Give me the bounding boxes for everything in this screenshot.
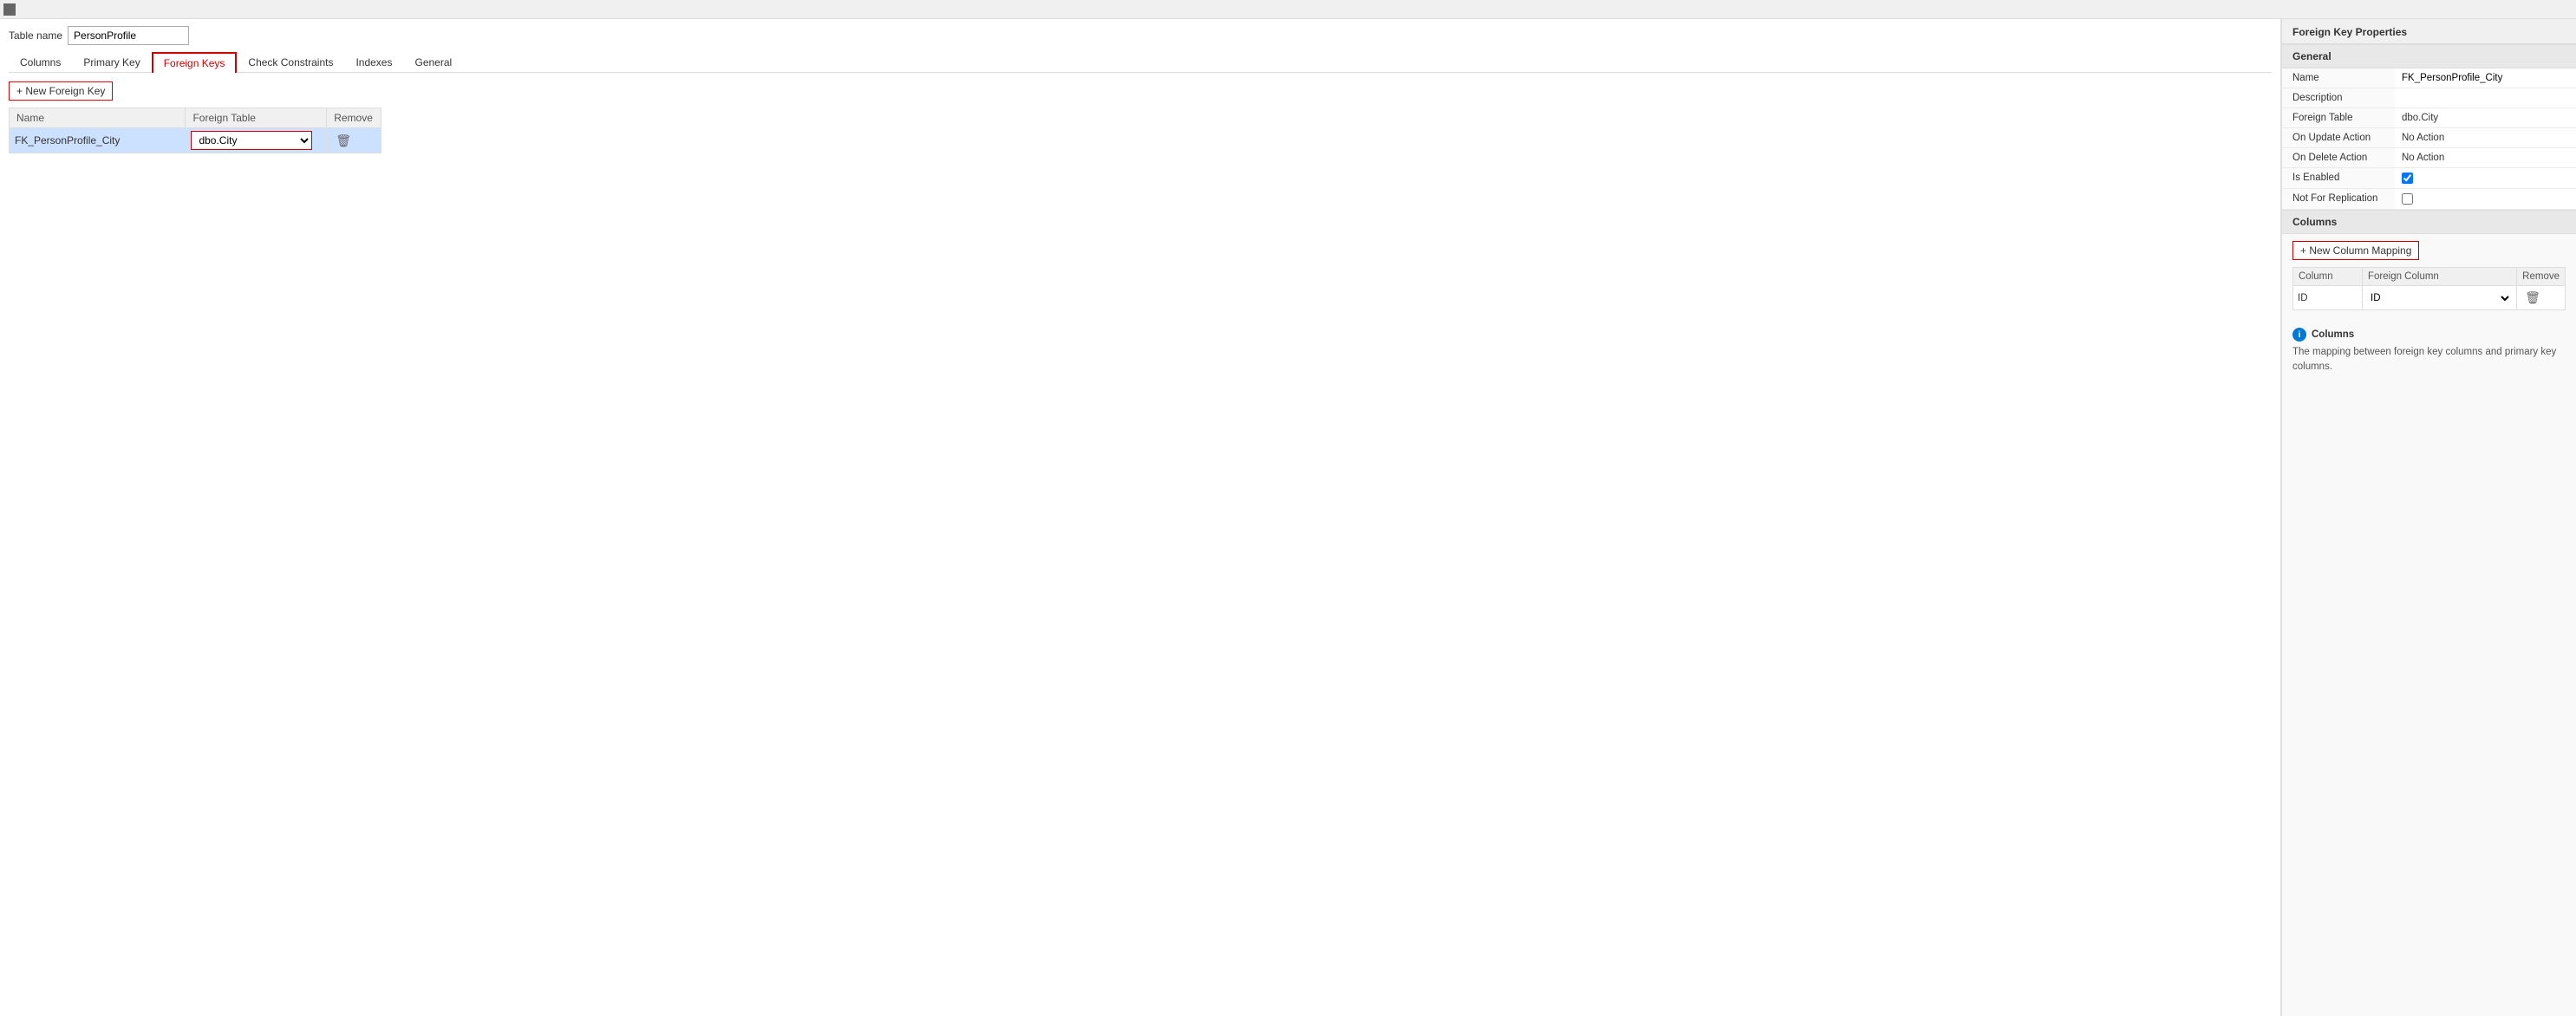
prop-name-input[interactable] (2402, 73, 2569, 83)
fk-foreign-table-cell: dbo.City dbo.Address dbo.Country (186, 128, 327, 153)
columns-section: + New Column Mapping Column Foreign Colu… (2282, 234, 2576, 310)
left-panel: Table name Columns Primary Key Foreign K… (0, 19, 2281, 1016)
fk-name-cell: FK_PersonProfile_City (10, 128, 186, 153)
prop-label-description: Description (2282, 88, 2395, 108)
info-title-text: Columns (2312, 329, 2354, 340)
prop-value-description (2395, 88, 2576, 108)
right-panel: Foreign Key Properties General Name Desc… (2281, 19, 2576, 1016)
col-mapping-remove-cell: 🗑 (2517, 286, 2566, 310)
general-section-header: General (2282, 44, 2576, 68)
fk-delete-button[interactable]: 🗑 (332, 132, 355, 150)
table-name-input[interactable] (68, 26, 189, 45)
prop-label-foreign-table: Foreign Table (2282, 108, 2395, 128)
table-row: FK_PersonProfile_City dbo.City dbo.Addre… (10, 128, 382, 153)
new-column-mapping-button[interactable]: + New Column Mapping (2292, 241, 2419, 260)
app-bar (0, 0, 2576, 19)
not-for-replication-checkbox[interactable] (2402, 193, 2413, 205)
prop-label-is-enabled: Is Enabled (2282, 168, 2395, 189)
tabs: Columns Primary Key Foreign Keys Check C… (9, 52, 2272, 73)
tab-primary-key[interactable]: Primary Key (72, 52, 151, 73)
tab-indexes[interactable]: Indexes (344, 52, 403, 73)
prop-value-on-update: No Action (2395, 128, 2576, 148)
col-mapping-foreign-column-cell: ID CityID Name (2363, 286, 2517, 310)
app-icon (3, 3, 16, 16)
tab-foreign-keys[interactable]: Foreign Keys (152, 52, 238, 73)
fk-remove-cell: 🗑 (327, 128, 382, 153)
col-mapping-col-header: Column (2293, 268, 2363, 286)
info-description: The mapping between foreign key columns … (2292, 345, 2566, 375)
fk-col-foreign-table: Foreign Table (186, 108, 327, 128)
tab-check-constraints[interactable]: Check Constraints (237, 52, 344, 73)
fk-col-remove: Remove (327, 108, 382, 128)
fk-col-name: Name (10, 108, 186, 128)
col-mapping-remove-header: Remove (2517, 268, 2566, 286)
main-container: Table name Columns Primary Key Foreign K… (0, 19, 2576, 1016)
fk-table: Name Foreign Table Remove FK_PersonProfi… (9, 107, 382, 153)
prop-label-on-update: On Update Action (2282, 128, 2395, 148)
col-mapping-column-cell: ID (2293, 286, 2363, 310)
tab-general[interactable]: General (403, 52, 463, 73)
prop-value-on-delete: No Action (2395, 148, 2576, 168)
table-row: ID ID CityID Name 🗑 (2293, 286, 2566, 310)
prop-value-foreign-table: dbo.City (2395, 108, 2576, 128)
fk-foreign-table-select[interactable]: dbo.City dbo.Address dbo.Country (191, 131, 312, 150)
prop-description-input[interactable] (2402, 93, 2569, 103)
right-panel-title: Foreign Key Properties (2282, 19, 2576, 44)
new-foreign-key-button[interactable]: + New Foreign Key (9, 81, 113, 101)
column-mapping-table: Column Foreign Column Remove ID ID CityI… (2292, 267, 2566, 310)
prop-label-not-for-replication: Not For Replication (2282, 189, 2395, 210)
col-mapping-delete-button[interactable]: 🗑 (2521, 289, 2544, 307)
info-icon: i (2292, 328, 2306, 342)
table-name-label: Table name (9, 29, 62, 42)
info-title: i Columns (2292, 328, 2566, 342)
prop-label-name: Name (2282, 68, 2395, 88)
is-enabled-checkbox[interactable] (2402, 173, 2413, 184)
properties-grid: Name Description Foreign Table dbo.City … (2282, 68, 2576, 210)
prop-value-not-for-replication (2395, 189, 2576, 210)
prop-value-is-enabled (2395, 168, 2576, 189)
col-mapping-foreign-col-header: Foreign Column (2363, 268, 2517, 286)
tab-columns[interactable]: Columns (9, 52, 72, 73)
table-name-row: Table name (9, 26, 2272, 45)
prop-value-name (2395, 68, 2576, 88)
columns-section-header: Columns (2282, 210, 2576, 234)
prop-label-on-delete: On Delete Action (2282, 148, 2395, 168)
foreign-column-select[interactable]: ID CityID Name (2367, 292, 2512, 304)
info-section: i Columns The mapping between foreign ke… (2292, 328, 2566, 375)
